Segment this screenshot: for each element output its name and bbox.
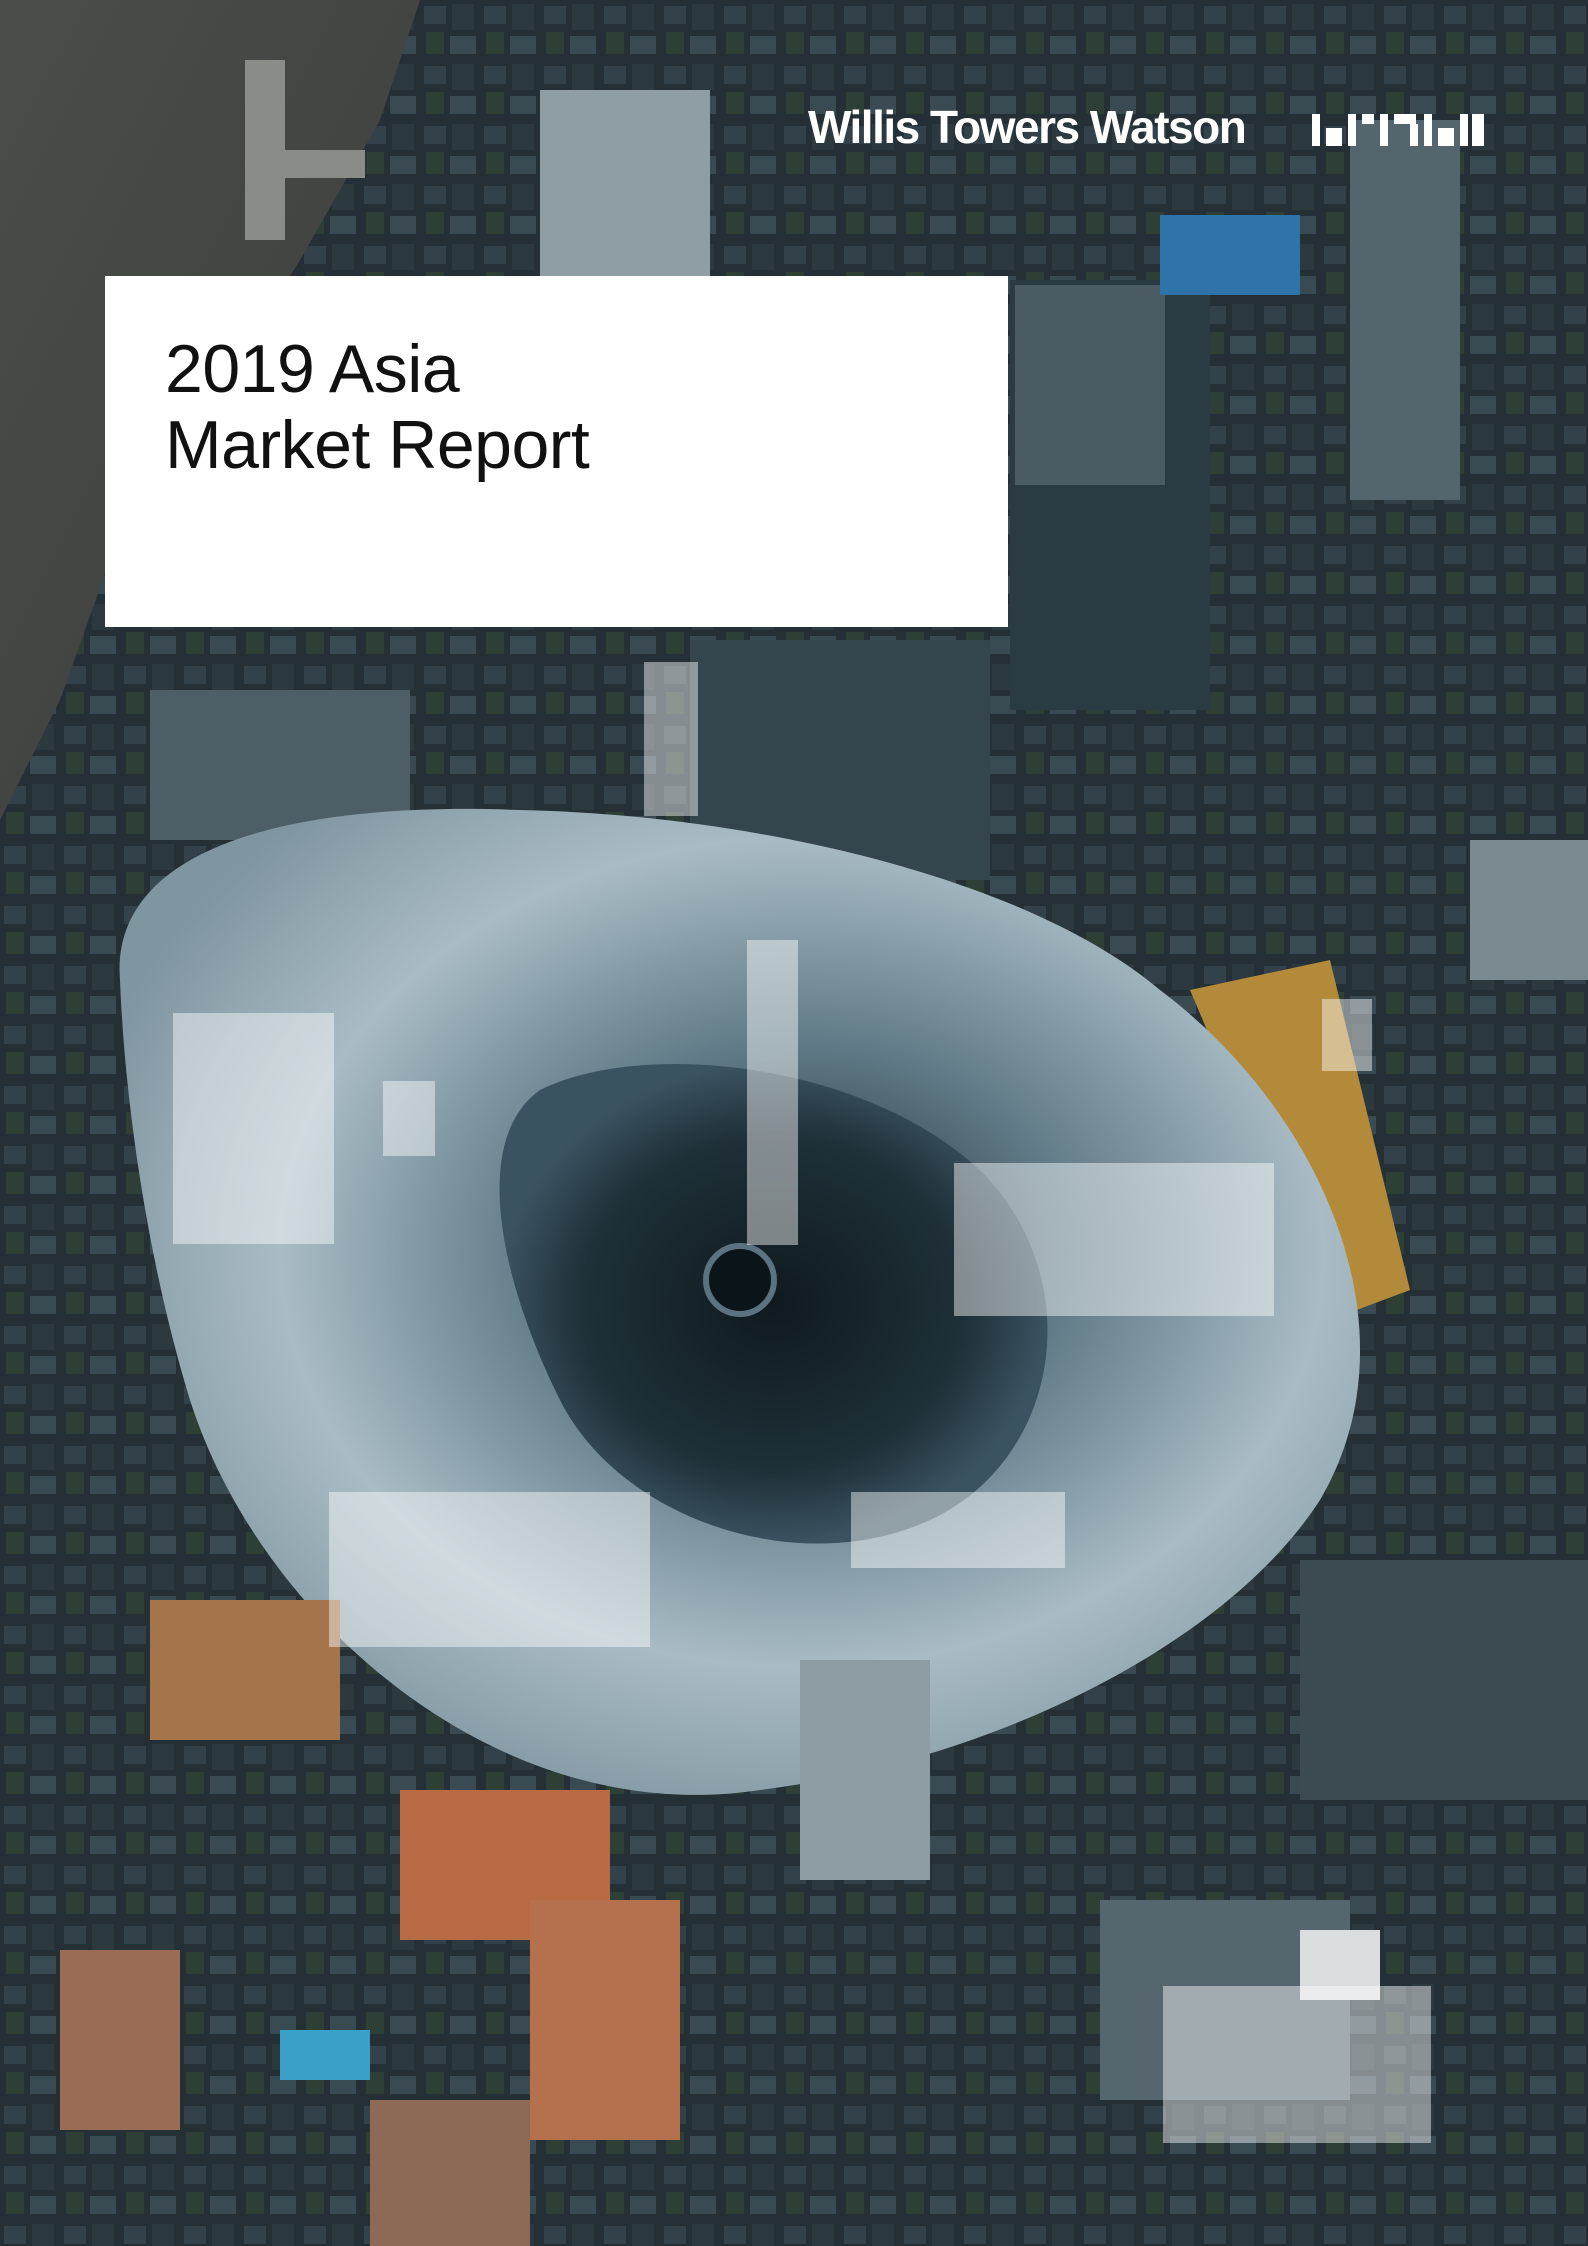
- brand-logo-text: Willis Towers Watson: [808, 101, 1247, 153]
- title-panel: 2019 Asia Market Report: [105, 276, 1008, 627]
- report-title-line-1: 2019 Asia: [165, 331, 460, 407]
- report-title-line-2: Market Report: [165, 407, 590, 483]
- wtw-wordmark-icon: [1312, 114, 1484, 146]
